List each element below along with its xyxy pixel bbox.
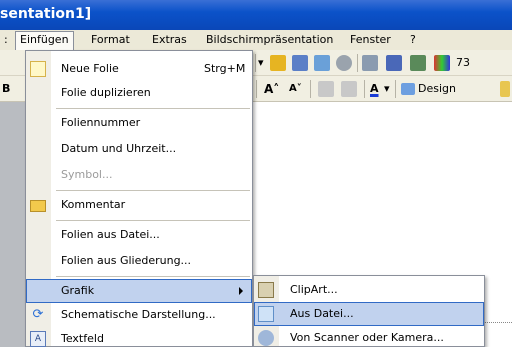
- window-title: sentation1]: [0, 6, 92, 22]
- textbox-icon: A: [30, 331, 46, 347]
- comment-folder-icon: [30, 200, 46, 212]
- menu-item-aus-datei[interactable]: Aus Datei...: [254, 302, 484, 326]
- menu-item-schematische-darstellung[interactable]: ⟳ Schematische Darstellung...: [26, 303, 252, 327]
- menu-item-symbol: Symbol...: [26, 163, 252, 187]
- insert-chart-icon[interactable]: [270, 55, 286, 71]
- menu-item-label: Folien aus Gliederung...: [61, 254, 192, 267]
- menu-item-folien-aus-gliederung[interactable]: Folien aus Gliederung...: [26, 249, 252, 273]
- menu-format[interactable]: Format: [91, 33, 130, 46]
- menu-item-label: Neue Folie: [61, 62, 119, 75]
- toolbar-separator: [255, 54, 256, 72]
- menu-item-kommentar[interactable]: Kommentar: [26, 193, 252, 217]
- menu-item-label: Schematische Darstellung...: [61, 308, 216, 321]
- menu-separator: [56, 190, 250, 191]
- menu-item-label: Grafik: [61, 284, 95, 297]
- menu-bildschirmpraesentation[interactable]: Bildschirmpräsentation: [206, 33, 333, 46]
- menu-item-label: Kommentar: [61, 198, 126, 211]
- menu-item-label: Foliennummer: [61, 116, 141, 129]
- toolbar-separator: [256, 80, 257, 98]
- expand-all-icon[interactable]: [362, 55, 378, 71]
- menu-separator: [56, 220, 250, 221]
- menu-extras[interactable]: Extras: [152, 33, 187, 46]
- picture-from-file-icon: [258, 306, 274, 322]
- menu-separator: [56, 276, 250, 277]
- menu-item-datum-uhrzeit[interactable]: Datum und Uhrzeit...: [26, 137, 252, 161]
- design-button-label[interactable]: Design: [418, 82, 456, 95]
- increase-font-size-icon[interactable]: A˄: [264, 82, 279, 96]
- show-formatting-icon[interactable]: [386, 55, 402, 71]
- toolbar-separator: [357, 54, 358, 72]
- color-grayscale-icon[interactable]: [434, 55, 450, 71]
- dropdown-arrow-icon[interactable]: ▾: [258, 56, 264, 69]
- submenu-arrow-icon: [239, 287, 243, 295]
- new-slide-toolbar-icon[interactable]: [500, 81, 510, 97]
- decrease-font-size-icon[interactable]: A˅: [289, 83, 302, 94]
- menu-item-label: Textfeld: [61, 332, 104, 345]
- tables-borders-icon[interactable]: [314, 55, 330, 71]
- toolbar-separator: [310, 80, 311, 98]
- insert-hyperlink-icon[interactable]: [336, 55, 352, 71]
- diagram-icon: ⟳: [32, 307, 44, 322]
- slide-design-icon[interactable]: [401, 83, 415, 95]
- grafik-submenu: ClipArt... Aus Datei... Von Scanner oder…: [253, 275, 485, 347]
- font-color-icon[interactable]: A: [370, 82, 379, 95]
- menu-item-shortcut: Strg+M: [204, 62, 246, 75]
- font-color-dropdown-icon[interactable]: ▾: [384, 82, 390, 95]
- menu-item-label: Folien aus Datei...: [61, 228, 160, 241]
- menubar-fragment: :: [4, 33, 8, 46]
- insert-table-icon[interactable]: [292, 55, 308, 71]
- toolbar-separator: [395, 80, 396, 98]
- menu-item-foliennummer[interactable]: Foliennummer: [26, 111, 252, 135]
- new-slide-icon: [30, 61, 46, 77]
- title-bar: sentation1]: [0, 0, 512, 30]
- decrease-indent-icon[interactable]: [318, 81, 334, 97]
- menu-item-label: Aus Datei...: [290, 307, 354, 320]
- clipart-icon: [258, 282, 274, 298]
- increase-indent-icon[interactable]: [341, 81, 357, 97]
- menu-einfuegen[interactable]: Einfügen: [15, 31, 74, 50]
- menu-item-grafik[interactable]: Grafik: [26, 279, 252, 303]
- menu-item-label: Symbol...: [61, 168, 113, 181]
- menu-item-neue-folie[interactable]: Neue Folie Strg+M: [26, 57, 252, 81]
- insert-menu-dropdown: Neue Folie Strg+M Folie duplizieren Foli…: [25, 50, 253, 347]
- scanner-camera-icon: [258, 330, 274, 346]
- menu-bar: : Einfügen Format Extras Bildschirmpräse…: [0, 30, 512, 50]
- menu-fenster[interactable]: Fenster: [350, 33, 391, 46]
- toolbar-separator: [364, 80, 365, 98]
- menu-item-von-scanner[interactable]: Von Scanner oder Kamera...: [254, 326, 484, 347]
- menu-separator: [56, 108, 250, 109]
- menu-item-textfeld[interactable]: A Textfeld: [26, 327, 252, 347]
- placeholder-dotted-border: [483, 322, 512, 323]
- show-grid-icon[interactable]: [410, 55, 426, 71]
- menu-help[interactable]: ?: [410, 33, 416, 46]
- menu-item-label: Datum und Uhrzeit...: [61, 142, 177, 155]
- menu-item-folien-aus-datei[interactable]: Folien aus Datei...: [26, 223, 252, 247]
- zoom-value[interactable]: 73: [456, 56, 470, 69]
- bold-fragment-icon[interactable]: B: [2, 82, 10, 95]
- menu-item-folie-duplizieren[interactable]: Folie duplizieren: [26, 81, 252, 105]
- menu-item-label: Folie duplizieren: [61, 86, 151, 99]
- menu-item-label: Von Scanner oder Kamera...: [290, 331, 444, 344]
- menu-item-clipart[interactable]: ClipArt...: [254, 278, 484, 302]
- menu-item-label: ClipArt...: [290, 283, 338, 296]
